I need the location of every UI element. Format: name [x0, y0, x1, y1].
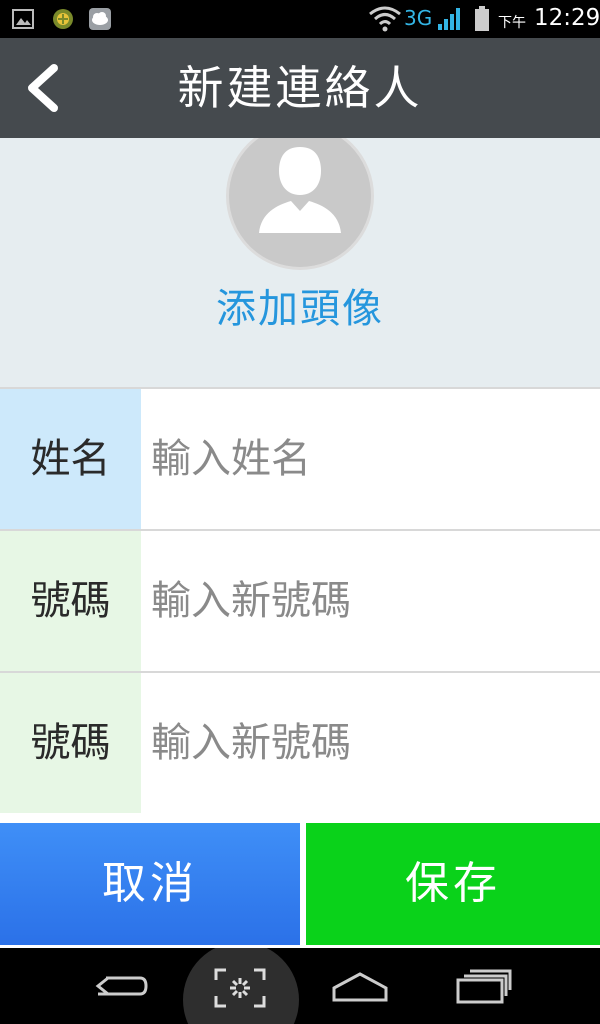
- battery-icon: [475, 6, 489, 31]
- phone-input-2[interactable]: [151, 673, 591, 813]
- person-silhouette-icon: [259, 147, 341, 233]
- gallery-notification-icon: [12, 9, 34, 29]
- phone-row: 號碼: [0, 529, 600, 671]
- name-input[interactable]: [151, 389, 591, 529]
- header-bar: 新建連絡人: [0, 38, 600, 138]
- screen: 3G 下午 12:29 新建連絡人 添加頭像 姓名 輸入姓名 號碼 輸入新號碼 …: [0, 0, 600, 1024]
- name-row: 姓名: [0, 387, 600, 529]
- home-icon[interactable]: [332, 966, 388, 1006]
- recent-apps-icon[interactable]: [456, 966, 512, 1006]
- phone-input[interactable]: [151, 531, 591, 671]
- phone-row-2: 號碼: [0, 671, 600, 813]
- status-time: 12:29: [534, 5, 600, 31]
- app-notification-icon: [53, 9, 73, 29]
- chevron-left-icon[interactable]: [18, 60, 66, 116]
- signal-icon: [438, 8, 460, 30]
- wifi-icon: [369, 6, 401, 32]
- phone-label: 號碼: [0, 531, 141, 671]
- back-icon[interactable]: [92, 966, 148, 1006]
- name-label: 姓名: [0, 389, 141, 529]
- save-button[interactable]: 保存: [306, 823, 600, 945]
- add-avatar-link[interactable]: 添加頭像: [0, 276, 600, 334]
- avatar-section: 添加頭像: [0, 138, 600, 387]
- navigation-bar: [0, 948, 600, 1024]
- screenshot-icon[interactable]: [214, 968, 266, 1008]
- phone-label-2: 號碼: [0, 673, 141, 813]
- page-title: 新建連絡人: [177, 61, 423, 115]
- avatar[interactable]: [226, 138, 374, 270]
- status-bar: 3G 下午 12:29: [0, 0, 600, 38]
- cloud-notification-icon: [89, 8, 111, 30]
- action-bar: 取消 保存: [0, 815, 600, 948]
- cancel-button[interactable]: 取消: [0, 823, 300, 945]
- status-ampm: 下午: [498, 15, 526, 31]
- network-type: 3G: [404, 6, 433, 30]
